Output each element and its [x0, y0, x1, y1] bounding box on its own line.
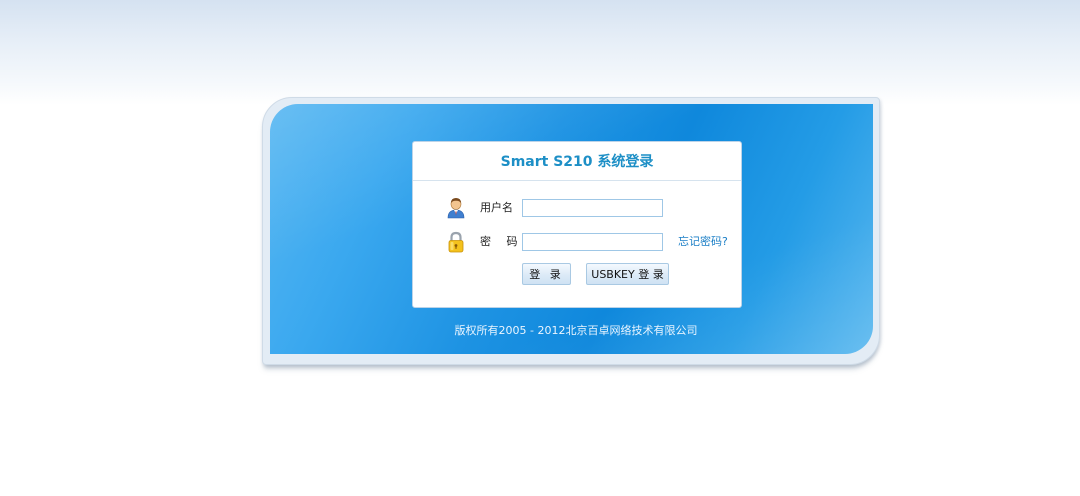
- username-row: 用户名: [413, 197, 741, 219]
- usbkey-login-button[interactable]: USBKEY 登 录: [586, 263, 669, 285]
- login-title: Smart S210 系统登录: [413, 142, 741, 181]
- password-input[interactable]: [522, 233, 663, 251]
- forgot-password-link[interactable]: 忘记密码?: [678, 231, 728, 253]
- copyright-text: 版权所有2005 - 2012北京百卓网络技术有限公司: [454, 324, 698, 337]
- username-label: 用户名: [480, 201, 513, 214]
- password-row: 密 码 忘记密码?: [413, 231, 741, 253]
- lock-icon: [446, 231, 466, 253]
- username-input[interactable]: [522, 199, 663, 217]
- user-icon: [446, 197, 466, 219]
- login-button[interactable]: 登 录: [522, 263, 571, 285]
- password-label: 密 码: [480, 235, 524, 248]
- login-card: Smart S210 系统登录 用户名 密 码 忘记密码? 登 录 USBKEY…: [412, 141, 742, 308]
